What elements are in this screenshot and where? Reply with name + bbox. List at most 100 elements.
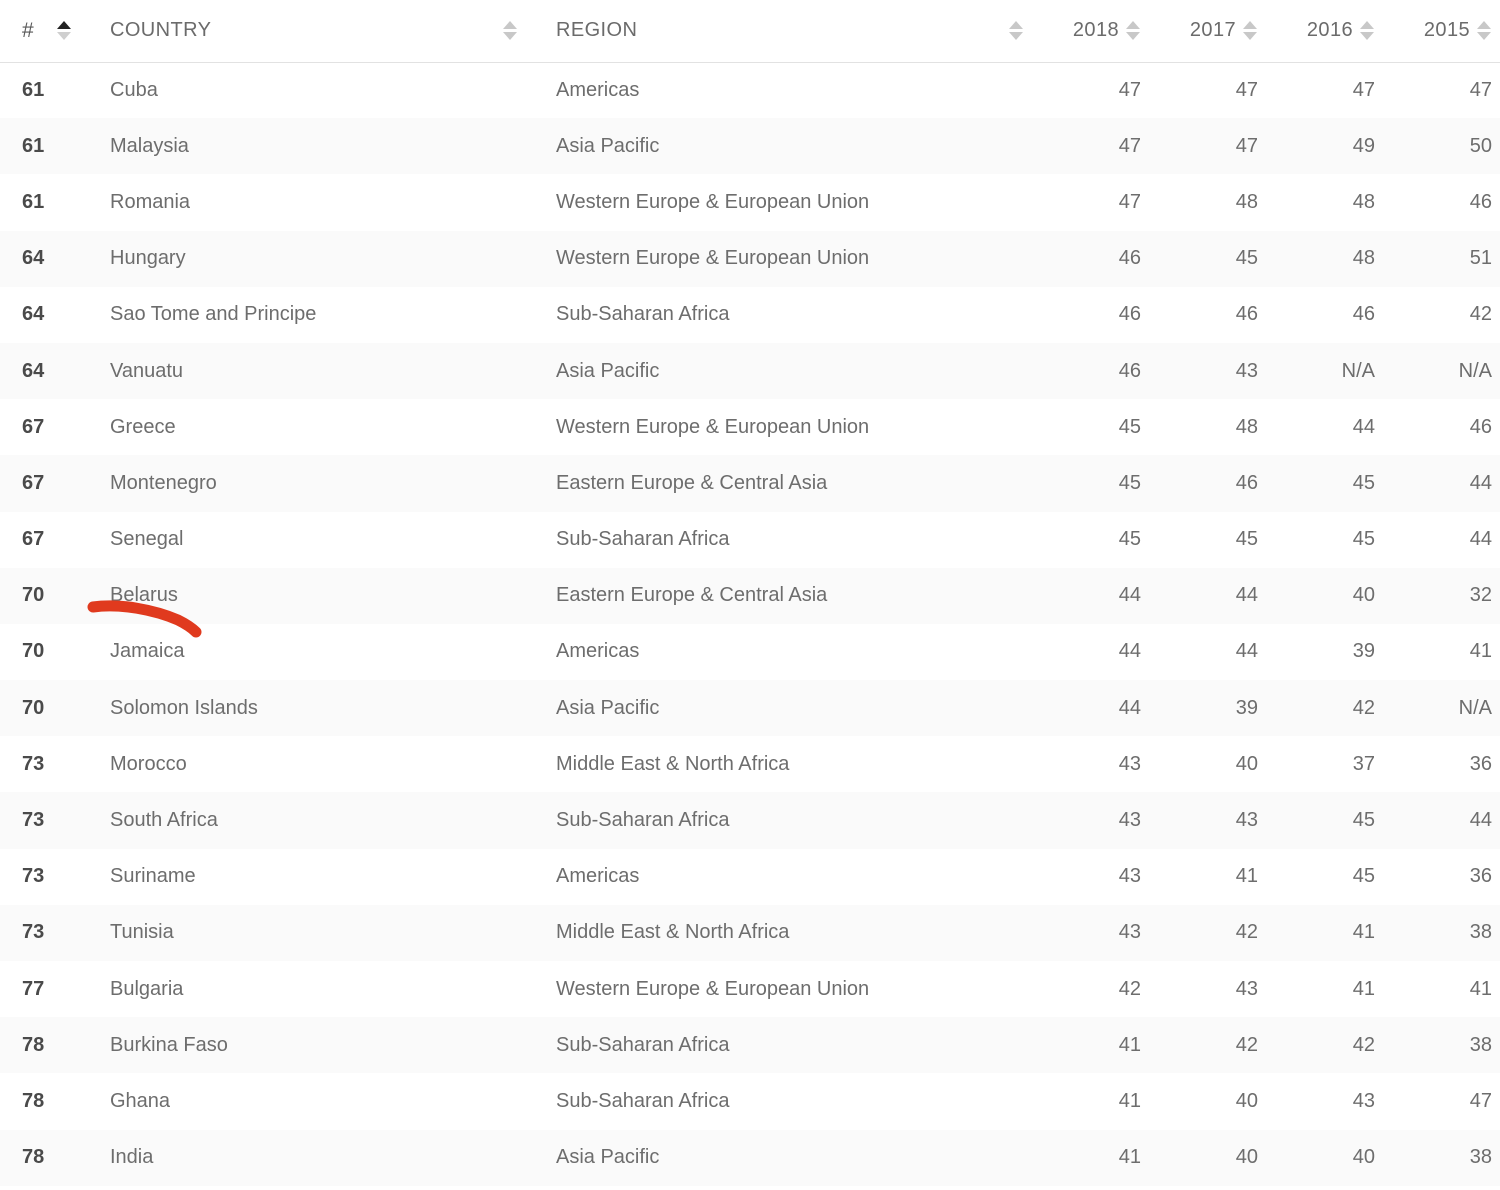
table-row[interactable]: 61 Malaysia Asia Pacific 47 47 49 50	[0, 118, 1500, 175]
table-row[interactable]: 73 Morocco Middle East & North Africa 43 40 3…	[0, 736, 1500, 793]
cell-country: Ghana	[110, 1089, 171, 1112]
cell-2018: 46	[1118, 303, 1141, 326]
cell-region: Middle East & North Africa	[556, 752, 790, 775]
cell-rank: 73	[22, 809, 45, 832]
cell-2018: 41	[1118, 1033, 1141, 1056]
cell-rank: 78	[22, 1033, 45, 1056]
column-header-2017[interactable]: 2017	[1149, 0, 1266, 63]
cell-2015: 36	[1469, 752, 1492, 775]
cell-rank: 78	[22, 1146, 45, 1169]
cell-2018: 43	[1118, 921, 1141, 944]
cell-2018: 46	[1118, 247, 1141, 270]
table-row[interactable]: 67 Greece Western Europe & European Union 4…	[0, 399, 1500, 456]
cell-region: Western Europe & European Union	[556, 190, 870, 213]
table-row[interactable]: 73 Tunisia Middle East & North Africa 43 42 4…	[0, 904, 1500, 961]
cell-country: Tunisia	[110, 921, 174, 944]
column-header-region[interactable]: REGION	[548, 0, 986, 63]
cell-2018: 45	[1118, 471, 1141, 494]
cell-2018: 43	[1118, 752, 1141, 775]
cell-2018: 44	[1118, 696, 1141, 719]
table-row[interactable]: 67 Montenegro Eastern Europe & Central Asi…	[0, 455, 1500, 512]
cell-2016: 44	[1352, 415, 1375, 438]
column-header-country[interactable]: COUNTRY	[102, 0, 502, 63]
cell-rank: 67	[22, 471, 45, 494]
cell-rank: 70	[22, 640, 45, 663]
cell-rank: 78	[22, 1089, 45, 1112]
table-row[interactable]: 73 South Africa Sub-Saharan Africa 43 43 45 44	[0, 792, 1500, 849]
column-label-2015: 2015	[1423, 19, 1470, 42]
column-label-2018: 2018	[1072, 19, 1119, 42]
cell-rank: 73	[22, 865, 45, 888]
sort-control-country[interactable]	[502, 0, 548, 63]
cell-2016: 45	[1352, 471, 1375, 494]
table-body: 61 Cuba Americas 47 47 47 47 61 Malaysia Asia Pac…	[0, 62, 1500, 1186]
cell-country: Montenegro	[110, 471, 217, 494]
cell-2016: N/A	[1341, 359, 1375, 382]
table-row[interactable]: 78 India Asia Pacific 41 40 40 38	[0, 1129, 1500, 1186]
cell-2015: 44	[1469, 471, 1492, 494]
cell-2016: 42	[1352, 696, 1375, 719]
sort-control-rank[interactable]	[56, 0, 102, 63]
cell-2015: N/A	[1458, 359, 1492, 382]
table-row[interactable]: 78 Ghana Sub-Saharan Africa 41 40 43 47	[0, 1073, 1500, 1130]
cell-country: Bulgaria	[110, 977, 184, 1000]
cell-rank: 61	[22, 78, 45, 101]
cell-2015: 38	[1469, 1146, 1492, 1169]
cell-2017: 40	[1235, 1146, 1258, 1169]
table-row[interactable]: 61 Cuba Americas 47 47 47 47	[0, 62, 1500, 119]
cell-country: Vanuatu	[110, 359, 184, 382]
sort-both-icon[interactable]	[1125, 18, 1141, 44]
cell-rank: 73	[22, 752, 45, 775]
sort-ascending-icon[interactable]	[56, 18, 72, 44]
cell-rank: 64	[22, 247, 45, 270]
cell-2018: 47	[1118, 190, 1141, 213]
table-row[interactable]: 77 Bulgaria Western Europe & European Unio…	[0, 961, 1500, 1018]
cell-region: Sub-Saharan Africa	[556, 1089, 730, 1112]
cell-2015: 47	[1469, 78, 1492, 101]
cell-country: Suriname	[110, 865, 196, 888]
cell-2018: 42	[1118, 977, 1141, 1000]
cell-rank: 73	[22, 921, 45, 944]
sort-both-icon[interactable]	[502, 18, 518, 44]
column-header-2016[interactable]: 2016	[1266, 0, 1383, 63]
table-row[interactable]: 73 Suriname Americas 43 41 45 36	[0, 848, 1500, 905]
cell-2016: 46	[1352, 303, 1375, 326]
column-header-2015[interactable]: 2015	[1383, 0, 1500, 63]
cell-2017: 41	[1235, 865, 1258, 888]
sort-both-icon[interactable]	[1008, 18, 1024, 44]
table-row[interactable]: 64 Vanuatu Asia Pacific 46 43 N/A N/A	[0, 342, 1500, 400]
cell-region: Eastern Europe & Central Asia	[556, 584, 828, 607]
cell-2015: 44	[1469, 528, 1492, 551]
cell-region: Sub-Saharan Africa	[556, 809, 730, 832]
cell-2017: 43	[1235, 977, 1258, 1000]
table-row[interactable]: 78 Burkina Faso Sub-Saharan Africa 41 42 42 38	[0, 1017, 1500, 1074]
cell-2017: 46	[1235, 303, 1258, 326]
column-header-2018[interactable]: 2018	[1032, 0, 1149, 63]
cell-2017: 47	[1235, 78, 1258, 101]
table-row[interactable]: 64 Hungary Western Europe & European Union…	[0, 230, 1500, 287]
cell-2018: 46	[1118, 359, 1141, 382]
sort-both-icon[interactable]	[1242, 18, 1258, 44]
table-row[interactable]: 70 Solomon Islands Asia Pacific 44 39 42 N/A	[0, 680, 1500, 737]
sort-control-region[interactable]	[986, 0, 1032, 63]
table-row[interactable]: 64 Sao Tome and Principe Sub-Saharan Afric…	[0, 286, 1500, 343]
cell-rank: 77	[22, 977, 45, 1000]
column-label-rank: #	[22, 18, 35, 42]
column-header-rank[interactable]: #	[0, 0, 56, 63]
cell-region: Sub-Saharan Africa	[556, 528, 730, 551]
cell-2017: 48	[1235, 415, 1258, 438]
cell-2018: 45	[1118, 415, 1141, 438]
table-row[interactable]: 61 Romania Western Europe & European Union…	[0, 174, 1500, 231]
cell-2017: 42	[1235, 921, 1258, 944]
cell-rank: 64	[22, 359, 45, 382]
cell-country: Sao Tome and Principe	[110, 303, 317, 326]
table-row[interactable]: 70 Jamaica Americas 44 44 39 41	[0, 623, 1500, 681]
cell-country: Cuba	[110, 78, 158, 101]
cell-2018: 44	[1118, 640, 1141, 663]
table-row[interactable]: 70 Belarus Eastern Europe & Central Asia 44…	[0, 567, 1500, 624]
sort-both-icon[interactable]	[1359, 18, 1375, 44]
cell-2016: 49	[1352, 134, 1375, 157]
sort-both-icon[interactable]	[1476, 18, 1492, 44]
cell-2017: 47	[1235, 134, 1258, 157]
table-row[interactable]: 67 Senegal Sub-Saharan Africa 45 45 45 44	[0, 511, 1500, 568]
